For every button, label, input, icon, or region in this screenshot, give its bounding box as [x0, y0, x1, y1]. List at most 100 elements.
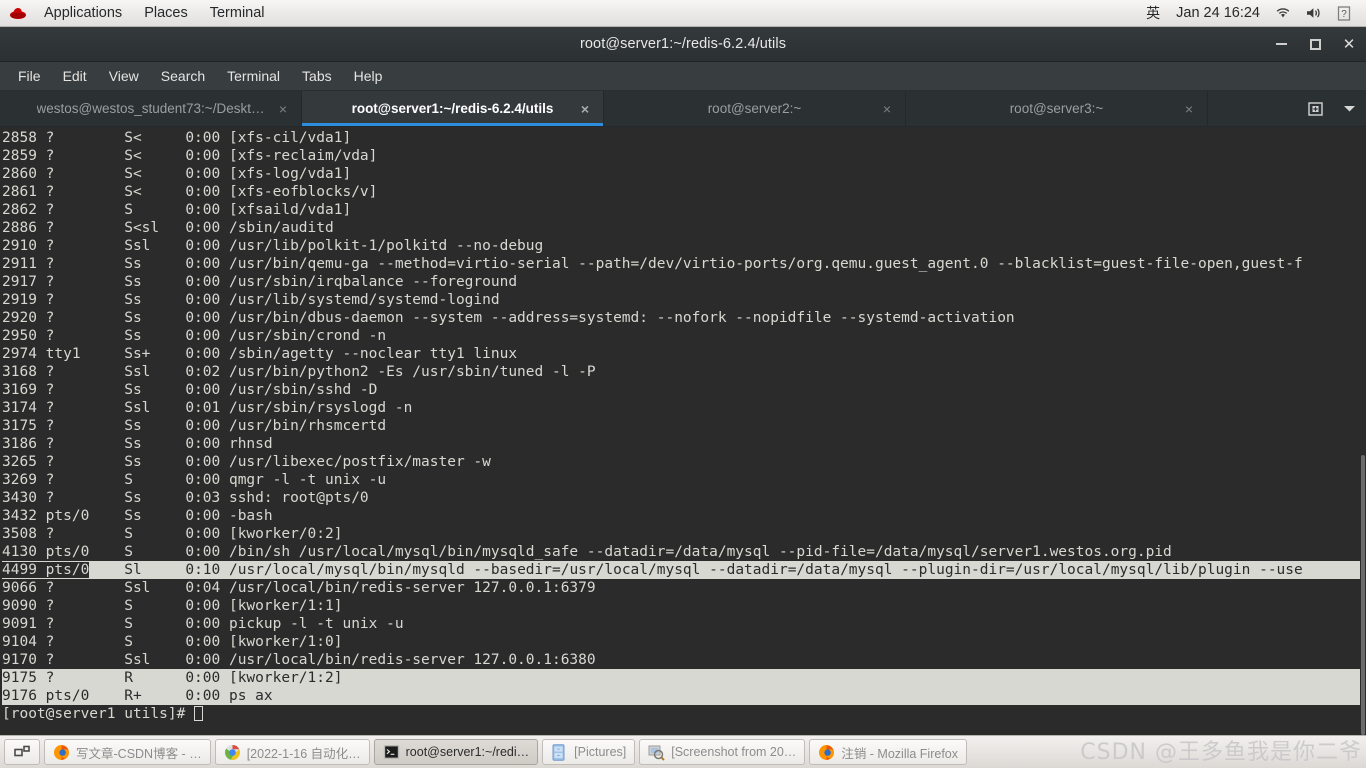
menu-file[interactable]: File	[7, 62, 52, 90]
taskbar-item-label: [Screenshot from 20…	[671, 745, 797, 759]
menu-search[interactable]: Search	[150, 62, 216, 90]
window-switcher-icon[interactable]	[4, 739, 40, 765]
taskbar-item-firefox-csdn[interactable]: 写文章-CSDN博客 - …	[44, 739, 211, 765]
terminal-line: 3186 ? Ss 0:00 rhnsd	[2, 436, 273, 452]
taskbar-item-label: 写文章-CSDN博客 - …	[76, 746, 202, 761]
terminal-line: 4130 pts/0 S 0:00 /bin/sh /usr/local/mys…	[2, 544, 1172, 560]
terminal-line: 2860 ? S< 0:00 [xfs-log/vda1]	[2, 166, 352, 182]
csdn-watermark: CSDN @王多鱼我是你二爷	[1080, 740, 1362, 765]
terminal-cursor	[194, 706, 204, 721]
terminal-line: 2859 ? S< 0:00 [xfs-reclaim/vda]	[2, 148, 378, 164]
menu-tabs-label: Tabs	[302, 68, 332, 84]
firefox-icon	[53, 744, 70, 761]
menu-file-label: File	[18, 68, 41, 84]
input-method-indicator[interactable]: 英	[1138, 0, 1168, 26]
terminal-line-pid-cell: 4499 pts/0	[2, 562, 90, 578]
top-panel-right: 英 Jan 24 16:24 ?	[1138, 0, 1366, 26]
svg-text:?: ?	[1341, 9, 1347, 20]
clock-label: Jan 24 16:24	[1176, 5, 1260, 21]
tab-close-icon[interactable]: ×	[1185, 101, 1193, 117]
tab-close-icon[interactable]: ×	[883, 101, 891, 117]
terminal-scrollbar-thumb[interactable]	[1361, 455, 1365, 735]
window-titlebar: root@server1:~/redis-6.2.4/utils	[0, 27, 1366, 62]
window-controls	[1264, 27, 1366, 61]
menu-help-label: Help	[353, 68, 383, 84]
menu-tabs[interactable]: Tabs	[291, 62, 343, 90]
help-unknown-icon[interactable]: ?	[1330, 5, 1358, 21]
terminal-window: root@server1:~/redis-6.2.4/utils File Ed…	[0, 27, 1366, 735]
clock[interactable]: Jan 24 16:24	[1168, 0, 1268, 26]
volume-icon[interactable]	[1298, 6, 1330, 20]
file-manager-icon	[551, 743, 568, 761]
terminal-prompt-line[interactable]: [root@server1 utils]#	[2, 705, 1366, 723]
terminal-line: 2911 ? Ss 0:00 /usr/bin/qemu-ga --method…	[2, 256, 1303, 272]
tab-close-icon[interactable]: ×	[279, 101, 287, 117]
menu-edit-label: Edit	[62, 68, 87, 84]
terminal-line: 3430 ? Ss 0:03 sshd: root@pts/0	[2, 490, 369, 506]
taskbar-item-label: [2022-1-16 自动化…	[246, 746, 361, 761]
taskbar-item-pictures[interactable]: [Pictures]	[542, 739, 636, 765]
terminal-icon	[383, 744, 400, 761]
terminal-line: 3508 ? S 0:00 [kworker/0:2]	[2, 526, 343, 542]
menu-view[interactable]: View	[98, 62, 150, 90]
tab-bar: westos@westos_student73:~/Deskt… × root@…	[0, 91, 1366, 127]
minimize-button[interactable]	[1264, 27, 1298, 62]
maximize-button[interactable]	[1298, 27, 1332, 62]
terminal-line: 2858 ? S< 0:00 [xfs-cil/vda1]	[2, 130, 352, 146]
tab-label: westos@westos_student73:~/Deskt…	[36, 101, 265, 116]
applications-menu[interactable]: Applications	[33, 0, 133, 26]
terminal-output-area[interactable]: 2858 ? S< 0:00 [xfs-cil/vda1] 2859 ? S< 0…	[0, 127, 1366, 735]
terminal-line: 2910 ? Ssl 0:00 /usr/lib/polkit-1/polkit…	[2, 238, 544, 254]
taskbar-item-label: 注销 - Mozilla Firefox	[841, 746, 958, 761]
taskbar-item-firefox-logout[interactable]: 注销 - Mozilla Firefox	[809, 739, 967, 765]
terminal-line: 2920 ? Ss 0:00 /usr/bin/dbus-daemon --sy…	[2, 310, 1015, 326]
menu-search-label: Search	[160, 68, 206, 84]
taskbar-item-screenshot[interactable]: [Screenshot from 20…	[639, 739, 806, 765]
tab-root-server2[interactable]: root@server2:~ ×	[604, 91, 906, 126]
terminal-line: 9066 ? Ssl 0:04 /usr/local/bin/redis-ser…	[2, 580, 596, 596]
tab-close-icon[interactable]: ×	[581, 101, 589, 117]
tab-label: root@server1:~/redis-6.2.4/utils	[351, 101, 554, 116]
gnome-top-panel: Applications Places Terminal 英 Jan 24 16…	[0, 0, 1366, 27]
terminal-scrollbar[interactable]	[1360, 127, 1366, 735]
terminal-line: 9104 ? S 0:00 [kworker/1:0]	[2, 634, 343, 650]
redhat-logo-icon[interactable]	[0, 6, 33, 20]
terminal-line: 3265 ? Ss 0:00 /usr/libexec/postfix/mast…	[2, 454, 491, 470]
terminal-line: 2861 ? S< 0:00 [xfs-eofblocks/v]	[2, 184, 378, 200]
terminal-line: 2974 tty1 Ss+ 0:00 /sbin/agetty --noclea…	[2, 346, 518, 362]
terminal-line: 2919 ? Ss 0:00 /usr/lib/systemd/systemd-…	[2, 292, 500, 308]
tab-label: root@server2:~	[707, 101, 802, 116]
top-panel-left: Applications Places Terminal	[0, 0, 276, 26]
terminal-line-text: Sl 0:10 /usr/local/mysql/bin/mysqld --ba…	[89, 562, 1303, 578]
terminal-line: 3168 ? Ssl 0:02 /usr/bin/python2 -Es /us…	[2, 364, 596, 380]
terminal-line: 2862 ? S 0:00 [xfsaild/vda1]	[2, 202, 352, 218]
terminal-lines: 2858 ? S< 0:00 [xfs-cil/vda1] 2859 ? S< 0…	[2, 129, 1366, 723]
taskbar-item-chrome[interactable]: [2022-1-16 自动化…	[214, 739, 370, 765]
places-menu[interactable]: Places	[133, 0, 199, 26]
new-tab-icon[interactable]	[1298, 91, 1332, 126]
terminal-line: 9170 ? Ssl 0:00 /usr/local/bin/redis-ser…	[2, 652, 596, 668]
menu-edit[interactable]: Edit	[52, 62, 98, 90]
network-wifi-icon[interactable]	[1268, 6, 1298, 20]
menu-terminal[interactable]: Terminal	[216, 62, 291, 90]
terminal-line: 3174 ? Ssl 0:01 /usr/sbin/rsyslogd -n	[2, 400, 413, 416]
taskbar-item-terminal-server1[interactable]: root@server1:~/redi…	[373, 739, 539, 765]
tab-westos-student73[interactable]: westos@westos_student73:~/Deskt… ×	[0, 91, 302, 126]
menu-view-label: View	[108, 68, 139, 84]
terminal-line: 9091 ? S 0:00 pickup -l -t unix -u	[2, 616, 404, 632]
places-menu-label: Places	[144, 5, 188, 21]
terminal-app-menu[interactable]: Terminal	[199, 0, 276, 26]
close-button[interactable]	[1332, 27, 1366, 62]
tab-label: root@server3:~	[1009, 101, 1104, 116]
chevron-down-icon[interactable]	[1332, 91, 1366, 126]
menu-help[interactable]: Help	[343, 62, 394, 90]
terminal-line: 9175 ? R 0:00 [kworker/1:2]	[2, 669, 1366, 687]
screenshot-icon	[648, 744, 665, 761]
tab-root-server1[interactable]: root@server1:~/redis-6.2.4/utils ×	[302, 91, 604, 126]
terminal-line: 3169 ? Ss 0:00 /usr/sbin/sshd -D	[2, 382, 378, 398]
input-method-label: 英	[1146, 5, 1161, 21]
terminal-line: 9090 ? S 0:00 [kworker/1:1]	[2, 598, 343, 614]
terminal-line: 2886 ? S<sl 0:00 /sbin/auditd	[2, 220, 334, 236]
terminal-line: 3269 ? S 0:00 qmgr -l -t unix -u	[2, 472, 387, 488]
tab-root-server3[interactable]: root@server3:~ ×	[906, 91, 1208, 126]
